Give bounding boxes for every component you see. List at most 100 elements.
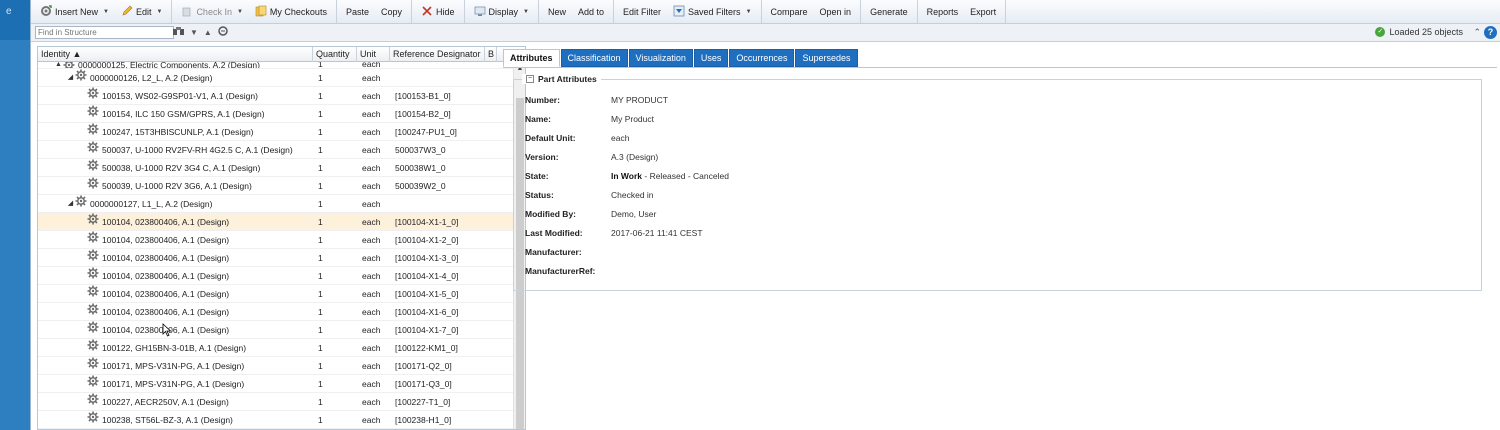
hide-button[interactable]: Hide <box>415 3 461 21</box>
unit-cell: each <box>362 73 381 83</box>
attribute-value: 2017-06-21 11:41 CEST <box>611 228 703 238</box>
attribute-row: Version: A.3 (Design) <box>525 151 658 163</box>
find-in-structure-input[interactable] <box>35 26 174 39</box>
table-row[interactable]: 100104, 023800406, A.1 (Design) 1 each [100… <box>38 285 515 303</box>
tab-supersedes[interactable]: Supersedes <box>795 49 858 67</box>
identity-cell: 100171, MPS-V31N-PG, A.1 (Design) <box>38 375 313 392</box>
table-row[interactable]: ◢ 0000000127, L1_L, A.2 (Design) 1 each <box>38 195 515 213</box>
dropdown-caret-icon[interactable]: ▼ <box>156 9 162 15</box>
quantity-cell: 1 <box>318 253 323 263</box>
attribute-row: Manufacturer: <box>525 246 611 258</box>
dropdown-caret-icon[interactable]: ▼ <box>103 9 109 15</box>
table-row[interactable]: 100104, 023800406, A.1 (Design) 1 each [100… <box>38 267 515 285</box>
part-identity: 100104, 023800406, A.1 (Design) <box>102 234 230 245</box>
part-identity: 100227, AECR250V, A.1 (Design) <box>102 396 229 407</box>
edit-filter-button[interactable]: Edit Filter <box>617 3 667 21</box>
tree-expander-icon[interactable]: ▲ <box>54 62 63 68</box>
attribute-value[interactable]: Demo, User <box>611 208 656 220</box>
table-row[interactable]: 100171, MPS-V31N-PG, A.1 (Design) 1 each [1… <box>38 375 515 393</box>
table-row[interactable]: 100238, ST56L-BZ-3, A.1 (Design) 1 each [10… <box>38 411 515 429</box>
table-row[interactable]: 100153, WS02-G9SP01-V1, A.1 (Design) 1 eac… <box>38 87 515 105</box>
reference-designator-cell: [100238-H1_0] <box>395 415 452 425</box>
dropdown-caret-icon[interactable]: ▼ <box>746 9 752 15</box>
insert-new-button[interactable]: Insert New ▼ <box>34 3 115 21</box>
toolbar-button-label: Saved Filters <box>688 6 741 17</box>
help-icon[interactable]: ? <box>1484 26 1497 39</box>
quantity-cell: 1 <box>318 271 323 281</box>
group-header[interactable]: − Part Attributes <box>522 74 601 84</box>
attribute-row: Number: MY PRODUCT <box>525 94 668 106</box>
reports-button[interactable]: Reports <box>921 3 965 21</box>
dropdown-caret-icon[interactable]: ▼ <box>523 9 529 15</box>
toolbar-group: Paste Copy <box>337 0 412 23</box>
table-row[interactable]: 100247, 15T3HBISCUNLP, A.1 (Design) 1 each… <box>38 123 515 141</box>
reference-designator-cell: [100104-X1-5_0] <box>395 289 459 299</box>
table-row[interactable]: 500039, U-1000 R2V 3G6, A.1 (Design) 1 eac… <box>38 177 515 195</box>
table-row[interactable]: 100154, ILC 150 GSM/GPRS, A.1 (Design) 1 e… <box>38 105 515 123</box>
group-title: Part Attributes <box>538 74 597 84</box>
attribute-label: State: <box>525 171 549 181</box>
column-extra[interactable]: B <box>485 47 497 62</box>
export-button[interactable]: Export <box>964 3 1002 21</box>
add-to-button[interactable]: Add to <box>572 3 610 21</box>
table-row[interactable]: 500037, U-1000 RV2FV-RH 4G2.5 C, A.1 (De… <box>38 141 515 159</box>
table-row[interactable]: 100171, MPS-V31N-PG, A.1 (Design) 1 each [1… <box>38 357 515 375</box>
column-reference-designator[interactable]: Reference Designator <box>390 47 485 62</box>
collapse-up-icon[interactable]: ⌃ <box>1473 27 1481 38</box>
collapse-minus-icon[interactable]: − <box>526 75 534 83</box>
part-gear-icon <box>87 411 102 428</box>
part-gear-icon <box>87 141 102 158</box>
binoculars-icon[interactable] <box>173 26 184 38</box>
table-row[interactable]: 100122, GH15BN-3-01B, A.1 (Design) 1 each [… <box>38 339 515 357</box>
table-row[interactable]: 100104, 023800406, A.1 (Design) 1 each [100… <box>38 303 515 321</box>
find-options-icon[interactable] <box>218 26 228 38</box>
open-in-button[interactable]: Open in <box>814 3 858 21</box>
tab-visualization[interactable]: Visualization <box>628 49 693 67</box>
compare-button[interactable]: Compare <box>765 3 814 21</box>
filter-icon[interactable]: ▼ <box>190 28 198 37</box>
saved-filters-button[interactable]: Saved Filters ▼ <box>667 3 757 21</box>
check-in-button[interactable]: Check In ▼ <box>175 3 248 21</box>
identity-cell: 100104, 023800406, A.1 (Design) <box>38 249 313 266</box>
column-unit[interactable]: Unit <box>357 47 390 62</box>
identity-cell: ◢ 0000000127, L1_L, A.2 (Design) <box>38 195 313 212</box>
part-gear-icon <box>87 375 102 392</box>
my-checkouts-button[interactable]: My Checkouts <box>249 3 333 21</box>
table-row[interactable]: 500038, U-1000 R2V 3G4 C, A.1 (Design) 1 e… <box>38 159 515 177</box>
tree-expander-icon[interactable]: ◢ <box>66 195 75 212</box>
table-row[interactable]: 100104, 023800406, A.1 (Design) 1 each [100… <box>38 321 515 339</box>
dropdown-caret-icon[interactable]: ▼ <box>237 9 243 15</box>
column-quantity[interactable]: Quantity <box>313 47 357 62</box>
paste-button[interactable]: Paste <box>340 3 375 21</box>
tab-occurrences[interactable]: Occurrences <box>729 49 795 67</box>
tab-attributes[interactable]: Attributes <box>503 49 560 67</box>
generate-button[interactable]: Generate <box>864 3 914 21</box>
reference-designator-cell: [100104-X1-3_0] <box>395 253 459 263</box>
load-status: ✓ Loaded 25 objects <box>1375 27 1463 37</box>
sort-up-icon[interactable]: ▲ <box>204 28 212 37</box>
tree-expander-icon[interactable]: ◢ <box>66 69 75 86</box>
tab-classification[interactable]: Classification <box>560 49 628 67</box>
table-row[interactable]: 100104, 023800406, A.1 (Design) 1 each [100… <box>38 213 515 231</box>
copy-button[interactable]: Copy <box>375 3 408 21</box>
unit-cell: each <box>362 199 381 209</box>
identity-cell: 100104, 023800406, A.1 (Design) <box>38 231 313 248</box>
unit-cell: each <box>362 397 381 407</box>
table-row[interactable]: ▲ 0000000125, Electric Components, A.2 (D… <box>38 62 515 69</box>
part-identity: 500039, U-1000 R2V 3G6, A.1 (Design) <box>102 180 252 191</box>
edit-button[interactable]: Edit ▼ <box>115 3 168 21</box>
tab-uses[interactable]: Uses <box>693 49 729 67</box>
table-row[interactable]: 100104, 023800406, A.1 (Design) 1 each [100… <box>38 249 515 267</box>
reference-designator-cell: [100104-X1-4_0] <box>395 271 459 281</box>
column-identity[interactable]: Identity ▲ <box>38 47 313 62</box>
display-button[interactable]: Display ▼ <box>468 3 535 21</box>
unit-cell: each <box>362 181 381 191</box>
table-row[interactable]: ◢ 0000000126, L2_L, A.2 (Design) 1 each <box>38 69 515 87</box>
reference-designator-cell: 500039W2_0 <box>395 181 446 191</box>
new-button[interactable]: New <box>542 3 572 21</box>
table-row[interactable]: 100104, 023800406, A.1 (Design) 1 each [100… <box>38 231 515 249</box>
quantity-cell: 1 <box>318 199 323 209</box>
table-row[interactable]: 100227, AECR250V, A.1 (Design) 1 each [1002… <box>38 393 515 411</box>
part-gear-icon <box>87 339 102 356</box>
toolbar-button-label: Copy <box>380 6 402 17</box>
